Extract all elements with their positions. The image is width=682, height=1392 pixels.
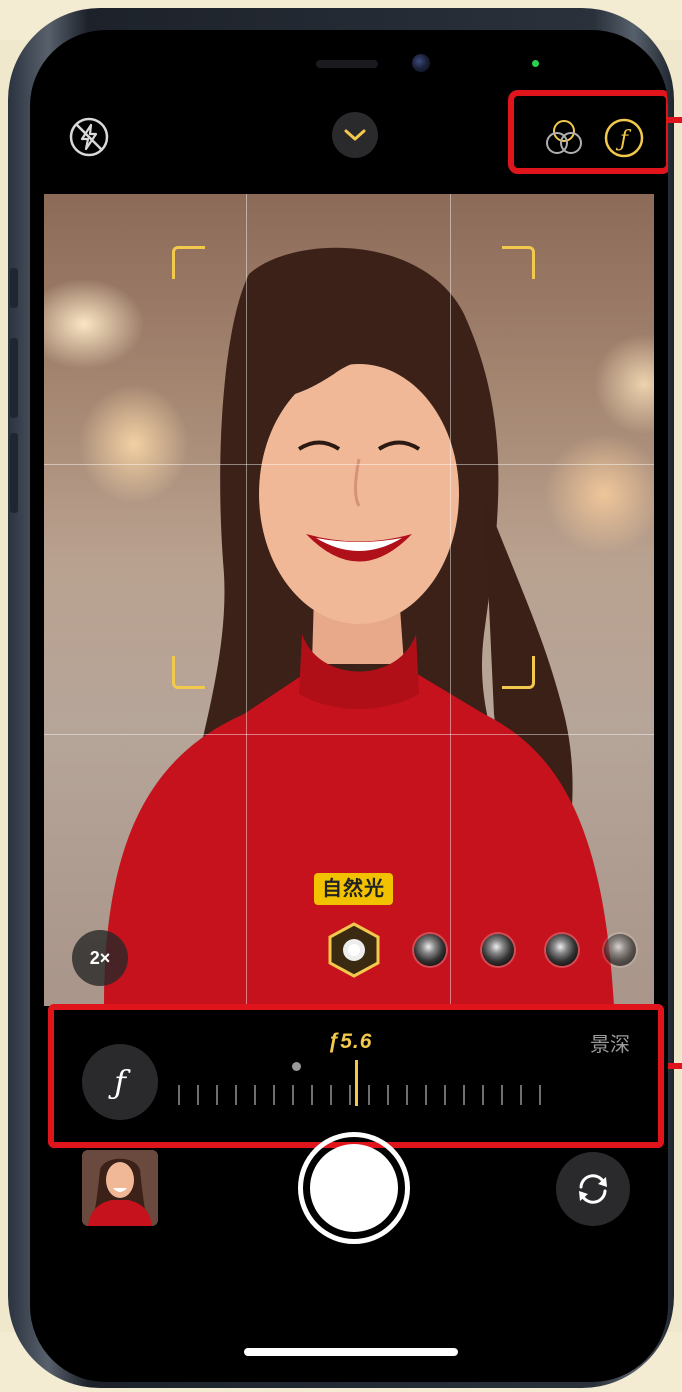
expand-controls-button[interactable] <box>332 112 378 158</box>
dial-tick <box>178 1085 180 1105</box>
dial-tick <box>216 1085 218 1105</box>
shutter-button[interactable] <box>310 1144 398 1232</box>
dial-tick <box>197 1085 199 1105</box>
mute-switch <box>10 268 18 308</box>
earpiece-speaker <box>316 60 378 68</box>
camera-in-use-indicator <box>532 60 539 67</box>
focus-frame-corner <box>502 656 535 689</box>
phone-screen: ƒ 自然光 2× ƒ ƒ5.6 景深 <box>30 30 668 1382</box>
dial-tick <box>425 1085 427 1105</box>
dial-tick <box>349 1085 351 1105</box>
dial-tick <box>311 1085 313 1105</box>
studio-light-button[interactable] <box>414 934 446 966</box>
dial-tick <box>406 1085 408 1105</box>
grid-line <box>44 734 654 735</box>
dial-tick <box>444 1085 446 1105</box>
front-camera <box>412 54 430 72</box>
dial-tick <box>330 1085 332 1105</box>
camera-flip-button[interactable] <box>556 1152 630 1226</box>
phone-frame: ƒ 自然光 2× ƒ ƒ5.6 景深 <box>8 8 674 1388</box>
flash-off-button[interactable] <box>68 116 110 158</box>
flash-off-icon <box>69 117 109 157</box>
grid-line <box>246 194 247 1006</box>
lighting-effect-label: 自然光 <box>314 873 393 905</box>
dial-tick <box>520 1085 522 1105</box>
dial-tick <box>292 1085 294 1105</box>
focus-frame-corner <box>172 246 205 279</box>
volume-down-button <box>10 433 18 513</box>
dial-tick <box>254 1085 256 1105</box>
home-indicator <box>244 1348 458 1356</box>
callout-pointer <box>668 117 682 123</box>
dial-tick <box>235 1085 237 1105</box>
camera-flip-icon <box>579 1174 607 1204</box>
chevron-down-icon <box>344 129 366 141</box>
notch <box>202 30 498 102</box>
dial-tick <box>368 1085 370 1105</box>
grid-line <box>44 464 654 465</box>
natural-light-button[interactable] <box>326 920 382 980</box>
dial-tick <box>273 1085 275 1105</box>
depth-control-highlight-box <box>48 1004 664 1148</box>
lighting-cube-icon <box>328 922 380 978</box>
top-controls-highlight-box <box>508 90 668 174</box>
dial-tick <box>501 1085 503 1105</box>
thumbnail-image <box>82 1150 158 1226</box>
dial-tick <box>539 1085 541 1105</box>
focus-frame-corner <box>172 656 205 689</box>
dial-tick <box>482 1085 484 1105</box>
grid-line <box>450 194 451 1006</box>
dial-tick <box>463 1085 465 1105</box>
contour-light-button[interactable] <box>482 934 514 966</box>
last-photo-thumbnail[interactable] <box>82 1150 158 1226</box>
zoom-button[interactable]: 2× <box>72 930 128 986</box>
focus-frame-corner <box>502 246 535 279</box>
volume-up-button <box>10 338 18 418</box>
stage-light-button[interactable] <box>546 934 578 966</box>
dial-tick <box>387 1085 389 1105</box>
callout-pointer <box>668 1063 682 1069</box>
stage-light-mono-button[interactable] <box>604 934 636 966</box>
